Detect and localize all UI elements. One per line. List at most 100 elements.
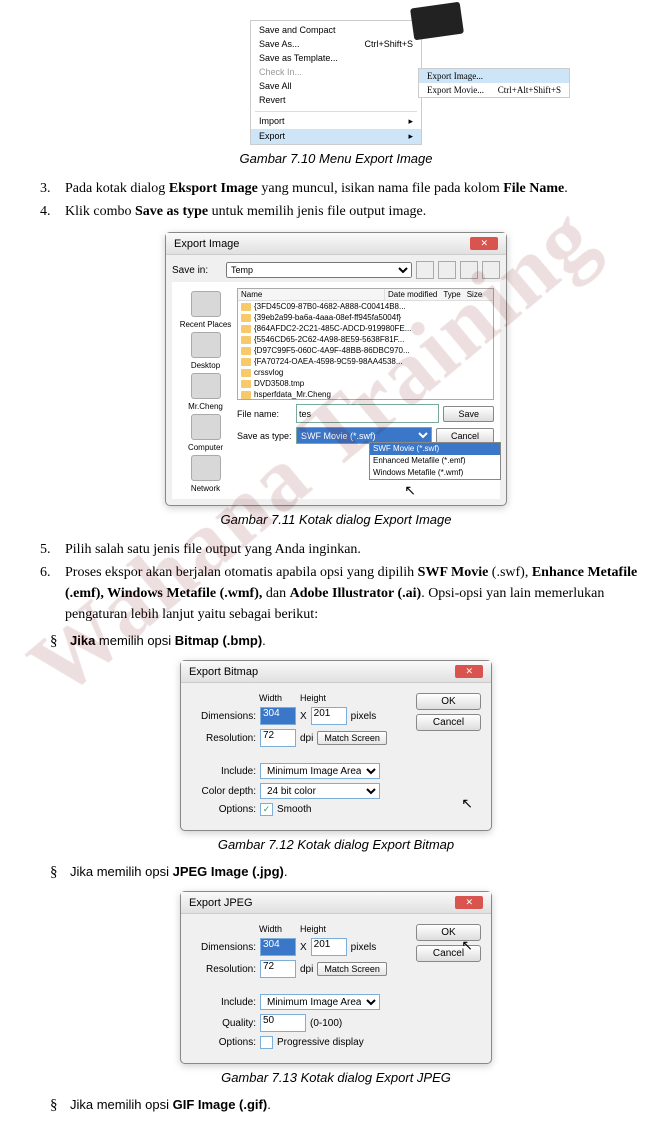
cancel-button[interactable]: Cancel — [416, 945, 481, 962]
dialog-titlebar: Export Image ✕ — [166, 233, 506, 255]
caption-7-12: Gambar 7.12 Kotak dialog Export Bitmap — [20, 837, 652, 852]
resolution-label: Resolution: — [191, 733, 256, 744]
place-icon[interactable] — [191, 414, 221, 440]
dropdown-option[interactable]: SWF Movie (*.swf) — [370, 443, 500, 455]
laptop-image — [412, 5, 472, 55]
caption-7-10: Gambar 7.10 Menu Export Image — [20, 151, 652, 166]
place-icon[interactable] — [191, 332, 221, 358]
newfolder-icon[interactable] — [460, 261, 478, 279]
match-screen-button[interactable]: Match Screen — [317, 962, 387, 976]
resolution-label: Resolution: — [191, 964, 256, 975]
dropdown-option[interactable]: Windows Metafile (*.wmf) — [370, 467, 500, 479]
colordepth-select[interactable]: 24 bit color — [260, 783, 380, 799]
dropdown-option[interactable]: Enhanced Metafile (*.emf) — [370, 455, 500, 467]
folder-icon — [241, 303, 251, 311]
view-icon[interactable] — [482, 261, 500, 279]
place-label: Network — [178, 484, 233, 493]
close-icon[interactable]: ✕ — [455, 896, 483, 909]
list-item[interactable]: {5546CD65-2C62-4A98-8E59-5638F81F... — [238, 334, 493, 345]
match-screen-button[interactable]: Match Screen — [317, 731, 387, 745]
figure-7-10: Save and CompactSave As...Ctrl+Shift+SSa… — [20, 20, 652, 145]
dialog-title: Export JPEG — [189, 897, 253, 909]
step-list: 3. Pada kotak dialog Eksport Image yang … — [20, 178, 652, 222]
place-label: Desktop — [178, 361, 233, 370]
options-label: Options: — [191, 804, 256, 815]
caption-7-13: Gambar 7.13 Kotak dialog Export JPEG — [20, 1070, 652, 1085]
folder-icon — [241, 325, 251, 333]
figure-7-11: Export Image ✕ Save in: Temp Recent Plac… — [20, 232, 652, 506]
options-label: Options: — [191, 1037, 256, 1048]
menu-item[interactable]: Check In... — [251, 65, 421, 79]
list-item[interactable]: {FA70724-OAEA-4598-9C59-98AA4538... — [238, 356, 493, 367]
list-item[interactable]: {39eb2a99-ba6a-4aaa-08ef-ff945fa5004f} — [238, 312, 493, 323]
quality-label: Quality: — [191, 1018, 256, 1029]
list-item[interactable]: {D97C99F5-060C-4A9F-48BB-86DBC970... — [238, 345, 493, 356]
list-item[interactable]: hsperfdata_Mr.Cheng — [238, 389, 493, 400]
close-icon[interactable]: ✕ — [455, 665, 483, 678]
colordepth-label: Color depth: — [191, 786, 256, 797]
include-label: Include: — [191, 997, 256, 1008]
filename-label: File name: — [237, 409, 292, 419]
resolution-input[interactable]: 72 — [260, 729, 296, 747]
caption-7-11: Gambar 7.11 Kotak dialog Export Image — [20, 512, 652, 527]
list-item[interactable]: {864AFDC2-2C21-485C-ADCD-919980FE... — [238, 323, 493, 334]
folder-icon — [241, 380, 251, 388]
bullet-jpeg: § Jika memilih opsi JPEG Image (.jpg). — [50, 864, 652, 881]
place-label: Computer — [178, 443, 233, 452]
include-select[interactable]: Minimum Image Area — [260, 763, 380, 779]
place-label: Mr.Cheng — [178, 402, 233, 411]
bullet-bitmap: § Jika memilih opsi Bitmap (.bmp). — [50, 633, 652, 650]
close-icon[interactable]: ✕ — [470, 237, 498, 250]
menu-item[interactable]: Save All — [251, 79, 421, 93]
height-input[interactable]: 201 — [311, 707, 347, 725]
submenu-export-image[interactable]: Export Image... — [419, 69, 569, 83]
menu-export[interactable]: Export▸ — [251, 129, 421, 144]
folder-icon — [241, 336, 251, 344]
savein-select[interactable]: Temp — [226, 262, 412, 278]
dimensions-label: Dimensions: — [191, 942, 256, 953]
cancel-button[interactable]: Cancel — [416, 714, 481, 731]
width-input[interactable]: 304 — [260, 707, 296, 725]
up-icon[interactable] — [438, 261, 456, 279]
folder-icon — [241, 391, 251, 399]
place-icon[interactable] — [191, 291, 221, 317]
savein-label: Save in: — [172, 265, 222, 276]
back-icon[interactable] — [416, 261, 434, 279]
figure-7-12: Export Bitmap ✕ WidthHeight Dimensions: … — [20, 660, 652, 831]
savetype-dropdown[interactable]: SWF Movie (*.swf)Enhanced Metafile (*.em… — [369, 442, 501, 480]
export-image-dialog: Export Image ✕ Save in: Temp Recent Plac… — [165, 232, 507, 506]
menu-item[interactable]: Revert — [251, 93, 421, 107]
menu-item[interactable]: Save as Template... — [251, 51, 421, 65]
step-3: 3. Pada kotak dialog Eksport Image yang … — [40, 178, 652, 199]
file-list[interactable]: Name Date modified Type Size {3FD45C09-8… — [237, 288, 494, 400]
menu-import[interactable]: Import▸ — [251, 114, 421, 129]
ok-button[interactable]: OK — [416, 693, 481, 710]
submenu-export: Export Image... Export Movie...Ctrl+Alt+… — [418, 68, 570, 98]
submenu-export-movie[interactable]: Export Movie...Ctrl+Alt+Shift+S — [419, 83, 569, 97]
list-item[interactable]: crssvlog — [238, 367, 493, 378]
list-item[interactable]: {3FD45C09-87B0-4682-A888-C00414B8... — [238, 301, 493, 312]
step-5: 5. Pilih salah satu jenis file output ya… — [40, 539, 652, 560]
filename-input[interactable] — [296, 404, 439, 423]
list-item[interactable]: DVD3508.tmp — [238, 378, 493, 389]
place-icon[interactable] — [191, 373, 221, 399]
menu-item[interactable]: Save and Compact — [251, 23, 421, 37]
place-label: Recent Places — [178, 320, 233, 329]
width-input[interactable]: 304 — [260, 938, 296, 956]
folder-icon — [241, 369, 251, 377]
dialog-title: Export Image — [174, 238, 239, 250]
include-select[interactable]: Minimum Image Area — [260, 994, 380, 1010]
height-input[interactable]: 201 — [311, 938, 347, 956]
menu-export-image: Save and CompactSave As...Ctrl+Shift+SSa… — [250, 20, 422, 145]
place-icon[interactable] — [191, 455, 221, 481]
quality-input[interactable]: 50 — [260, 1014, 306, 1032]
export-jpeg-dialog: Export JPEG ✕ WidthHeight Dimensions: 30… — [180, 891, 492, 1064]
ok-button[interactable]: OK — [416, 924, 481, 941]
dimensions-label: Dimensions: — [191, 711, 256, 722]
menu-item[interactable]: Save As...Ctrl+Shift+S — [251, 37, 421, 51]
resolution-input[interactable]: 72 — [260, 960, 296, 978]
smooth-checkbox[interactable]: ✓ — [260, 803, 273, 816]
save-button[interactable]: Save — [443, 406, 494, 422]
progressive-checkbox[interactable] — [260, 1036, 273, 1049]
folder-icon — [241, 314, 251, 322]
